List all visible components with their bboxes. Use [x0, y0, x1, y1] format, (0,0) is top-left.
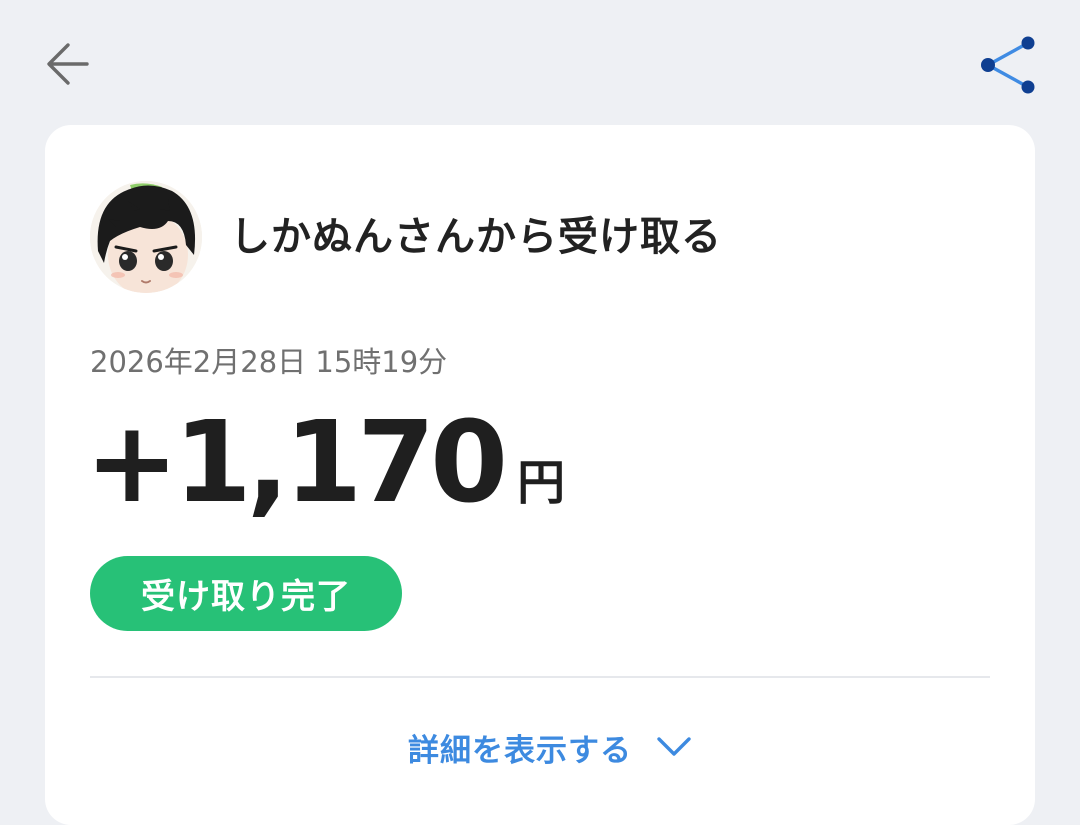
sender-title: しかぬんさんから受け取る: [230, 214, 722, 260]
status-badge: 受け取り完了: [90, 556, 402, 631]
amount-value: +1,170: [85, 398, 508, 528]
show-details-label: 詳細を表示する: [408, 732, 632, 769]
share-button[interactable]: [972, 30, 1042, 100]
transaction-datetime: 2026年2月28日 15時19分: [90, 345, 448, 379]
avatar-illustration: [90, 181, 202, 293]
amount-row: +1,170 円: [85, 403, 565, 523]
share-icon: [981, 36, 1035, 94]
back-button[interactable]: [38, 34, 98, 94]
top-bar: [0, 0, 1080, 125]
arrow-left-icon: [47, 43, 89, 85]
transaction-card: しかぬんさんから受け取る 2026年2月28日 15時19分 +1,170 円 受…: [45, 125, 1035, 825]
chevron-down-icon: [657, 737, 691, 756]
currency-label: 円: [517, 455, 566, 511]
show-details-button[interactable]: 詳細を表示する: [45, 715, 1035, 779]
divider: [90, 676, 990, 678]
avatar[interactable]: [90, 181, 202, 293]
